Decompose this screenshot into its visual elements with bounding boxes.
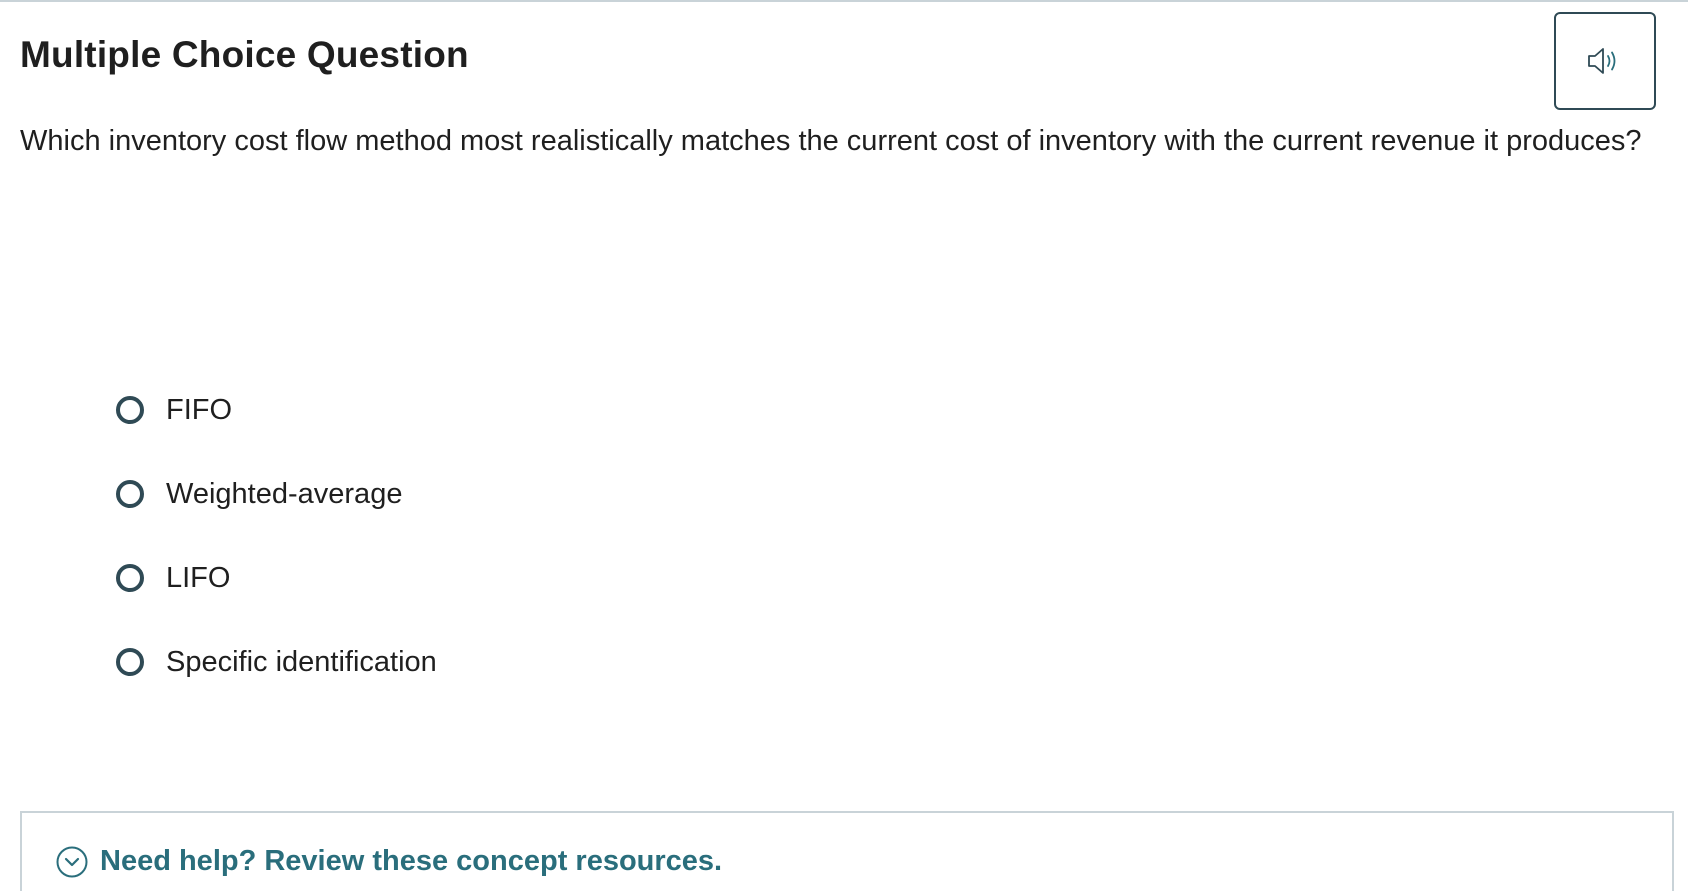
answer-option-label: FIFO xyxy=(166,393,233,426)
answer-option-label: LIFO xyxy=(166,561,231,594)
speaker-icon xyxy=(1588,48,1616,74)
answer-option[interactable]: Specific identification xyxy=(116,620,437,704)
answer-option[interactable]: FIFO xyxy=(116,368,437,452)
answer-option[interactable]: LIFO xyxy=(116,536,437,620)
top-border xyxy=(0,0,1688,2)
radio-button[interactable] xyxy=(116,564,144,592)
answer-option-label: Specific identification xyxy=(166,645,437,678)
concept-resources-label: Need help? Review these concept resource… xyxy=(100,845,723,877)
answer-option[interactable]: Weighted-average xyxy=(116,452,437,536)
radio-button[interactable] xyxy=(116,396,144,424)
concept-resources-toggle[interactable]: Need help? Review these concept resource… xyxy=(56,845,722,878)
answer-options: FIFO Weighted-average LIFO Specific iden… xyxy=(116,368,437,704)
read-aloud-button[interactable] xyxy=(1554,12,1656,110)
page-title: Multiple Choice Question xyxy=(20,34,469,75)
radio-button[interactable] xyxy=(116,648,144,676)
radio-button[interactable] xyxy=(116,480,144,508)
question-text: Which inventory cost flow method most re… xyxy=(20,125,1642,157)
concept-resources-panel: Need help? Review these concept resource… xyxy=(20,811,1674,891)
chevron-down-circle-icon xyxy=(56,846,88,877)
answer-option-label: Weighted-average xyxy=(166,477,403,510)
